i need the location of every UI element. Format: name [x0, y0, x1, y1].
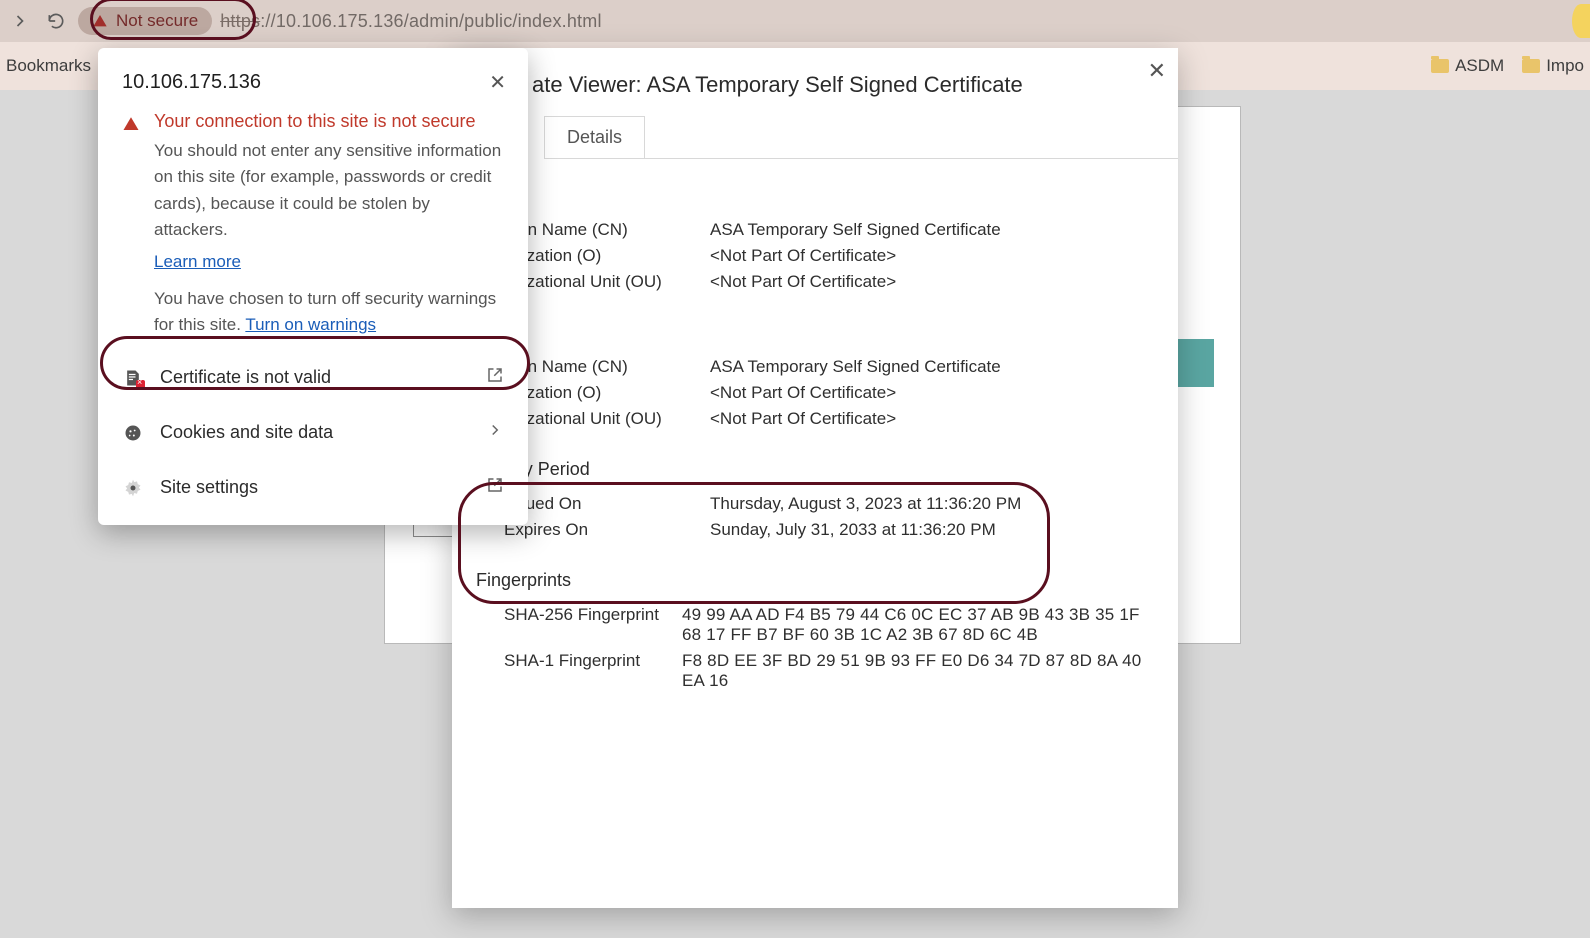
value-to-cn: ASA Temporary Self Signed Certificate: [710, 220, 1154, 240]
value-by-cn: ASA Temporary Self Signed Certificate: [710, 357, 1154, 377]
value-by-ou: <Not Part Of Certificate>: [710, 409, 1154, 429]
label-sha1: SHA-1 Fingerprint: [504, 651, 676, 691]
site-info-popup: 10.106.175.136 ✕ Your connection to this…: [98, 48, 528, 525]
cert-tabs: Details: [544, 116, 1178, 159]
label-o: anization (O): [504, 383, 704, 403]
issued-to-grid: mon Name (CN) ASA Temporary Self Signed …: [504, 220, 1154, 292]
label-issued-on: Issued On: [504, 494, 704, 514]
fingerprints-grid: SHA-256 Fingerprint 49 99 AA AD F4 B5 79…: [504, 605, 1154, 691]
label-cn: mon Name (CN): [504, 220, 704, 240]
section-validity: Validity Period: [476, 459, 1154, 480]
value-to-o: <Not Part Of Certificate>: [710, 246, 1154, 266]
cert-title: ate Viewer: ASA Temporary Self Signed Ce…: [452, 48, 1178, 116]
turn-on-warnings-link[interactable]: Turn on warnings: [245, 315, 376, 334]
cert-invalid-label: Certificate is not valid: [160, 367, 331, 388]
certificate-invalid-item[interactable]: Certificate is not valid: [98, 350, 528, 405]
label-sha256: SHA-256 Fingerprint: [504, 605, 676, 645]
warn-title: Your connection to this site is not secu…: [154, 111, 476, 132]
value-expires-on: Sunday, July 31, 2033 at 11:36:20 PM: [710, 520, 1154, 540]
section-fingerprints: Fingerprints: [476, 570, 1154, 591]
background-button-partial: [1176, 339, 1214, 387]
security-indicator[interactable]: Not secure: [78, 7, 212, 35]
gear-icon: [122, 477, 144, 499]
warning-triangle-icon: [92, 13, 108, 29]
chevron-right-icon: [486, 421, 504, 444]
value-to-ou: <Not Part Of Certificate>: [710, 272, 1154, 292]
url-rest: ://10.106.175.136/admin/public/index.htm…: [260, 11, 601, 31]
label-o: anization (O): [504, 246, 704, 266]
value-by-o: <Not Part Of Certificate>: [710, 383, 1154, 403]
folder-icon: [1522, 59, 1540, 73]
label-expires-on: Expires On: [504, 520, 704, 540]
not-secure-label: Not secure: [116, 11, 198, 31]
url-display[interactable]: https://10.106.175.136/admin/public/inde…: [220, 11, 601, 32]
bookmark-import[interactable]: Impo: [1522, 56, 1584, 76]
section-issued-to: To: [476, 185, 1154, 206]
warn-text: You should not enter any sensitive infor…: [154, 138, 504, 243]
reload-button[interactable]: [42, 7, 70, 35]
arrow-right-icon: [10, 11, 30, 31]
site-popup-close[interactable]: ✕: [489, 70, 506, 95]
label-ou: anizational Unit (OU): [504, 409, 704, 429]
url-scheme: https: [220, 11, 260, 31]
section-issued-by: By: [476, 322, 1154, 343]
tab-details[interactable]: Details: [544, 116, 645, 158]
warning-triangle-icon: [122, 115, 140, 133]
site-host: 10.106.175.136: [122, 71, 261, 94]
issued-by-grid: mon Name (CN) ASA Temporary Self Signed …: [504, 357, 1154, 429]
site-settings-label: Site settings: [160, 477, 258, 498]
bookmarks-label[interactable]: Bookmarks: [6, 56, 91, 76]
cert-close-button[interactable]: ✕: [1148, 58, 1166, 84]
label-ou: anizational Unit (OU): [504, 272, 704, 292]
learn-more-link[interactable]: Learn more: [154, 252, 241, 271]
value-issued-on: Thursday, August 3, 2023 at 11:36:20 PM: [710, 494, 1154, 514]
invalid-badge-icon: [136, 380, 145, 389]
reload-icon: [46, 11, 66, 31]
open-external-icon: [486, 366, 504, 389]
certificate-viewer-modal: ✕ ate Viewer: ASA Temporary Self Signed …: [452, 48, 1178, 908]
forward-button[interactable]: [6, 7, 34, 35]
folder-icon: [1431, 59, 1449, 73]
cookies-item[interactable]: Cookies and site data: [98, 405, 528, 460]
label-cn: mon Name (CN): [504, 357, 704, 377]
address-bar: Not secure https://10.106.175.136/admin/…: [0, 0, 1590, 42]
open-external-icon: [486, 476, 504, 499]
site-settings-item[interactable]: Site settings: [98, 460, 528, 515]
cookie-icon: [122, 422, 144, 444]
value-sha256: 49 99 AA AD F4 B5 79 44 C6 0C EC 37 AB 9…: [682, 605, 1154, 645]
validity-grid: Issued On Thursday, August 3, 2023 at 11…: [504, 494, 1154, 540]
certificate-icon: [122, 367, 144, 389]
cookies-label: Cookies and site data: [160, 422, 333, 443]
value-sha1: F8 8D EE 3F BD 29 51 9B 93 FF E0 D6 34 7…: [682, 651, 1154, 691]
profile-chip-partial[interactable]: [1572, 4, 1590, 38]
bookmark-asdm[interactable]: ASDM: [1431, 56, 1504, 76]
addr-right-blank: [1330, 0, 1590, 42]
